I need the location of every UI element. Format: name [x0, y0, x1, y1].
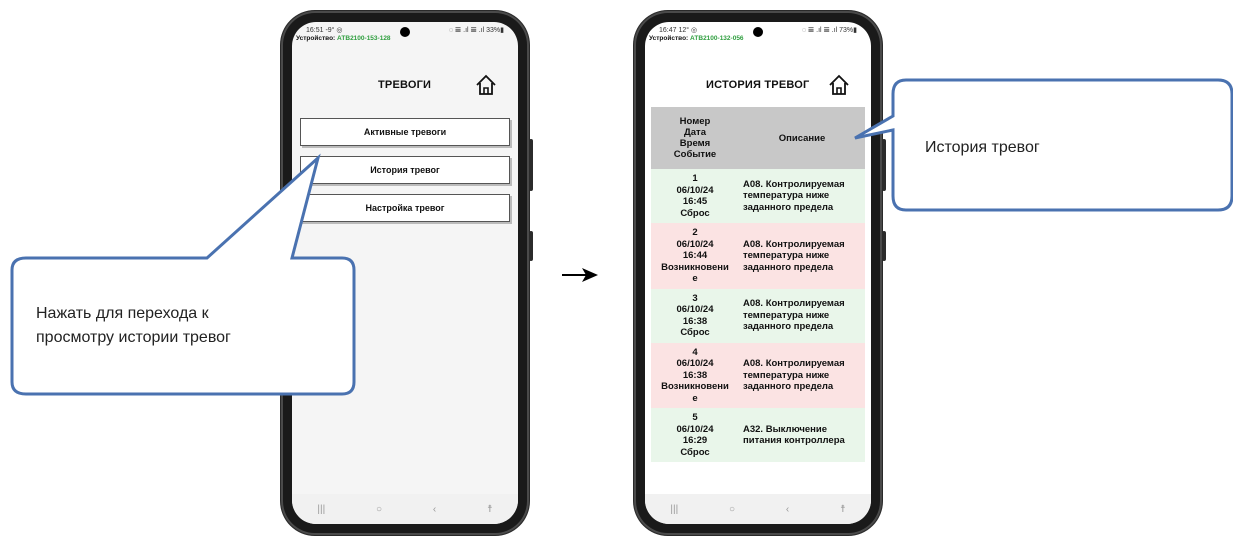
callout-left-line2: просмотру истории тревог	[36, 329, 231, 346]
callout-bubble-left	[10, 78, 1233, 396]
callout-left-line1: Нажать для перехода к	[36, 305, 209, 322]
callout-right-text: История тревог	[925, 139, 1040, 156]
callout-left-text: Нажать для перехода к просмотру истории …	[36, 302, 231, 350]
